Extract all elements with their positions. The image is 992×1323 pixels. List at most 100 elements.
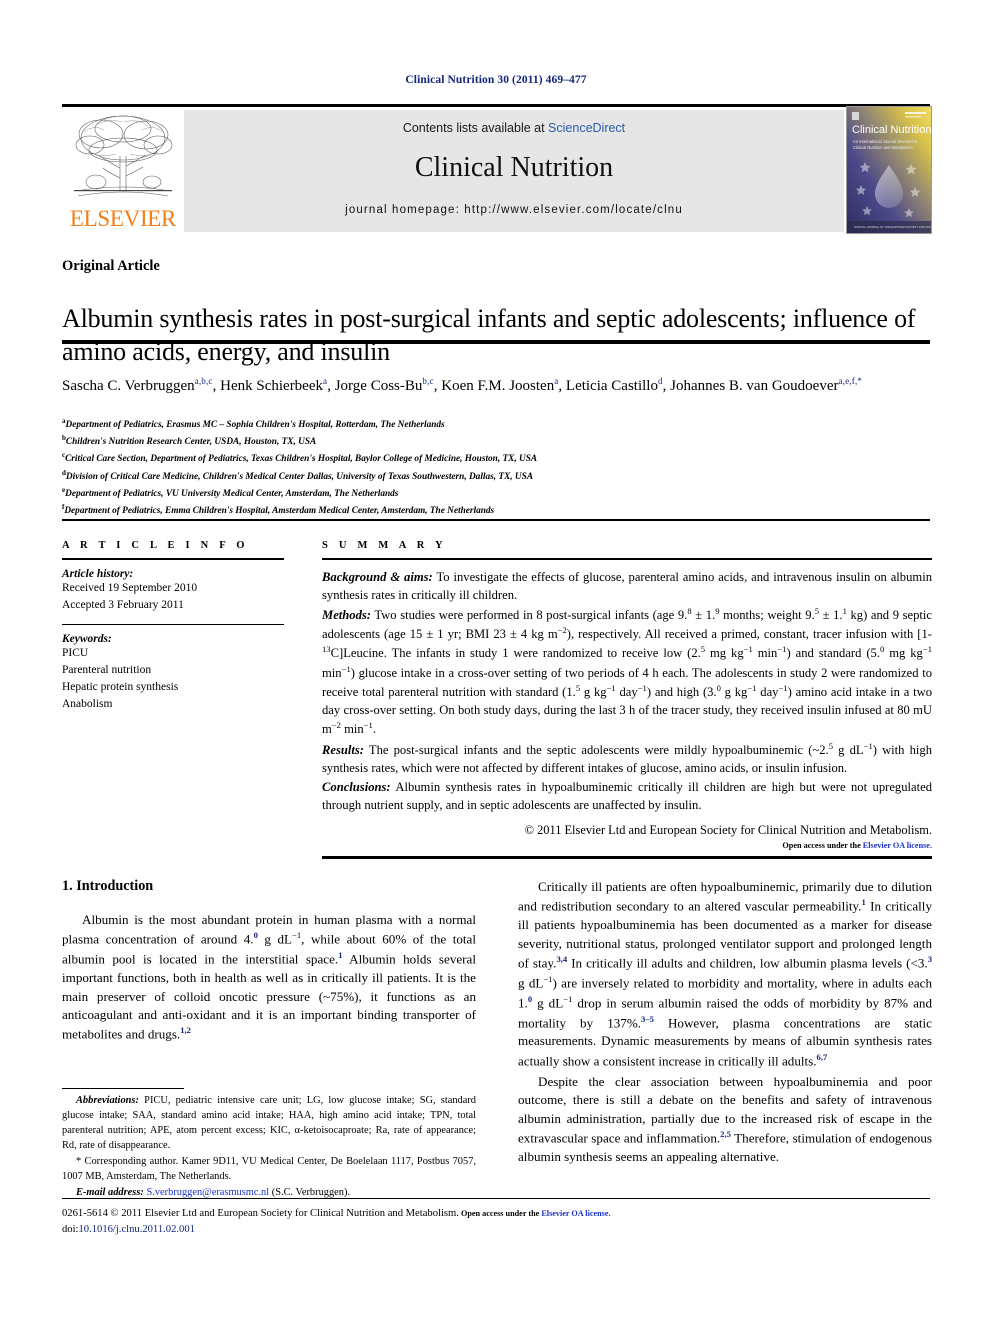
affiliation-mark: c — [62, 451, 66, 460]
keyword-item: PICU — [62, 647, 89, 660]
journal-masthead: ELSEVIER Contents lists available at Sci… — [62, 104, 932, 344]
summary-rule — [322, 558, 932, 560]
affiliation-item: aDepartment of Pediatrics, Erasmus MC – … — [62, 417, 445, 431]
summary-copyright: © 2011 Elsevier Ltd and European Society… — [524, 823, 932, 838]
summary-section-label: Methods: — [322, 607, 371, 622]
author-affiliation-marks: a,e,f,* — [838, 376, 863, 386]
svg-text:An International Journal Devot: An International Journal Devoted to — [853, 139, 918, 144]
introduction-left-paragraphs: Albumin is the most abundant protein in … — [62, 911, 476, 1044]
page-footer: 0261-5614 © 2011 Elsevier Ltd and Europe… — [62, 1206, 942, 1239]
sciencedirect-link[interactable]: ScienceDirect — [548, 121, 625, 135]
article-info-heading: A R T I C L E I N F O — [62, 540, 249, 551]
author-list: Sascha C. Verbruggena,b,c, Henk Schierbe… — [62, 376, 863, 394]
footnote-rule — [62, 1088, 184, 1090]
journal-homepage-link[interactable]: journal homepage: http://www.elsevier.co… — [184, 204, 844, 216]
paragraph: Critically ill patients are often hypoal… — [518, 879, 932, 1069]
summary-conclusions: Conclusions: Albumin synthesis rates in … — [322, 780, 932, 813]
keywords-label: Keywords: — [62, 633, 112, 646]
footnotes-block: Abbreviations: PICU, pediatric intensive… — [62, 1088, 476, 1202]
author-affiliation-marks: a — [554, 376, 559, 386]
footer-open-access: Open access under the Elsevier OA licens… — [459, 1209, 611, 1218]
email-label: E-mail address: — [76, 1187, 144, 1199]
paragraph: Despite the clear association between hy… — [518, 1073, 932, 1164]
summary-open-access: Open access under the Elsevier OA licens… — [322, 841, 932, 850]
paragraph: Albumin is the most abundant protein in … — [62, 912, 476, 1042]
elsevier-tree-icon — [68, 112, 178, 204]
svg-text:Clinical Nutrition: Clinical Nutrition — [852, 124, 931, 136]
affiliation-item: cCritical Care Section, Department of Pe… — [62, 451, 538, 465]
summary-box: S U M M A R Y Background & aims: To inve… — [322, 540, 932, 850]
introduction-right-paragraphs: Critically ill patients are often hypoal… — [518, 878, 932, 1166]
footer-oa-license-link[interactable]: Elsevier OA license. — [541, 1209, 610, 1218]
footer-doi-line: doi:10.1016/j.clnu.2011.02.001 — [62, 1222, 942, 1238]
keyword-item: Hepatic protein synthesis — [62, 681, 179, 694]
summary-bottom-rule — [322, 856, 932, 859]
elsevier-wordmark: ELSEVIER — [69, 206, 177, 231]
summary-heading: S U M M A R Y — [322, 540, 447, 551]
footer-copyright-line: 0261-5614 © 2011 Elsevier Ltd and Europe… — [62, 1206, 942, 1222]
footnote-abbreviations: Abbreviations: PICU, pediatric intensive… — [62, 1095, 476, 1152]
article-info-rule-2 — [62, 623, 284, 626]
doi-value[interactable]: 10.1016/j.clnu.2011.02.001 — [78, 1224, 194, 1235]
journal-cover-thumbnail: Clinical Nutrition An International Jour… — [846, 106, 932, 234]
author-affiliation-marks: a — [323, 376, 328, 386]
author-affiliation-marks: d — [657, 376, 663, 386]
article-history-label: Article history: — [62, 567, 134, 580]
running-head: Clinical Nutrition 30 (2011) 469–477 — [405, 74, 587, 86]
summary-background: Background & aims: To investigate the ef… — [322, 569, 932, 602]
affiliation-mark: d — [62, 468, 66, 477]
affiliation-rule — [62, 519, 930, 521]
abbreviations-label: Abbreviations: — [76, 1095, 139, 1107]
summary-methods: Methods: Two studies were performed in 8… — [322, 605, 932, 737]
keyword-item: Anabolism — [62, 698, 113, 711]
author-affiliation-marks: a,b,c — [194, 376, 213, 386]
keyword-item: Parenteral nutrition — [62, 664, 152, 677]
summary-section-label: Results: — [322, 742, 364, 757]
article-first-page: Clinical Nutrition 30 (2011) 469–477 ELS… — [0, 0, 992, 1323]
affiliation-list: aDepartment of Pediatrics, Erasmus MC – … — [62, 416, 942, 519]
summary-results: Results: The post-surgical infants and t… — [322, 740, 932, 776]
article-accepted-date: Accepted 3 February 2011 — [62, 598, 184, 611]
elsevier-oa-license-link[interactable]: Elsevier OA license. — [863, 841, 932, 850]
svg-text:OFFICIAL JOURNAL OF THE EUROPE: OFFICIAL JOURNAL OF THE EUROPEAN SOCIETY… — [854, 225, 931, 229]
doi-label: doi: — [62, 1224, 79, 1236]
footer-oa-prefix: Open access under the — [460, 1209, 542, 1218]
footer-rule — [62, 1198, 930, 1200]
elsevier-logo: ELSEVIER — [62, 110, 184, 234]
author-email-link[interactable]: S.verbruggen@erasmusmc.nl — [146, 1187, 269, 1198]
affiliation-item: dDivision of Critical Care Medicine, Chi… — [62, 468, 534, 482]
keywords-list: PICU Parenteral nutrition Hepatic protein … — [62, 645, 284, 713]
affiliation-item: bChildren's Nutrition Research Center, U… — [62, 434, 317, 448]
affiliation-item: eDepartment of Pediatrics, VU University… — [62, 485, 399, 500]
affiliation-mark: b — [62, 434, 66, 443]
article-type-label: Original Article — [62, 258, 160, 274]
summary-section-label: Conclusions: — [322, 780, 391, 795]
author-name: Leticia Castillod — [565, 376, 663, 394]
affiliation-mark: e — [62, 485, 66, 494]
page-title: Albumin synthesis rates in post-surgical… — [62, 304, 916, 367]
section-heading-introduction: 1. Introduction — [62, 878, 154, 894]
footer-issn-copyright: 0261-5614 © 2011 Elsevier Ltd and Europe… — [62, 1208, 459, 1219]
author-name: Koen F.M. Joostena — [441, 376, 559, 394]
open-access-prefix: Open access under the — [782, 841, 863, 851]
author-name: Sascha C. Verbruggena,b,c — [62, 376, 213, 394]
body-column-left: 1. Introduction Albumin is the most abun… — [62, 878, 476, 1046]
article-info-rule-1 — [62, 558, 284, 560]
summary-section-label: Background & aims: — [322, 569, 433, 584]
body-column-right: Critically ill patients are often hypoal… — [518, 878, 932, 1168]
masthead-panel: Contents lists available at ScienceDirec… — [184, 110, 844, 232]
affiliation-item: fDepartment of Pediatrics, Emma Children… — [62, 503, 495, 517]
article-info-box: A R T I C L E I N F O Article history: R… — [62, 540, 284, 713]
journal-title: Clinical Nutrition — [414, 152, 614, 183]
author-affiliation-marks: b,c — [422, 376, 434, 386]
author-name: Johannes B. van Goudoevera,e,f,* — [670, 376, 863, 394]
contents-prefix: Contents lists available at — [402, 121, 549, 135]
author-name: Jorge Coss-Bub,c — [334, 376, 434, 394]
contents-list-line: Contents lists available at ScienceDirec… — [184, 121, 844, 135]
affiliation-mark: a — [62, 417, 66, 425]
affiliation-mark: f — [62, 503, 65, 512]
svg-text:Clinical Nutrition and Metabol: Clinical Nutrition and Metabolism — [853, 145, 913, 150]
footnote-corresponding-author: * Corresponding author. Kamer 9D11, VU M… — [62, 1156, 476, 1183]
masthead-top-rule — [62, 104, 930, 107]
article-received-date: Received 19 September 2010 — [62, 581, 198, 594]
